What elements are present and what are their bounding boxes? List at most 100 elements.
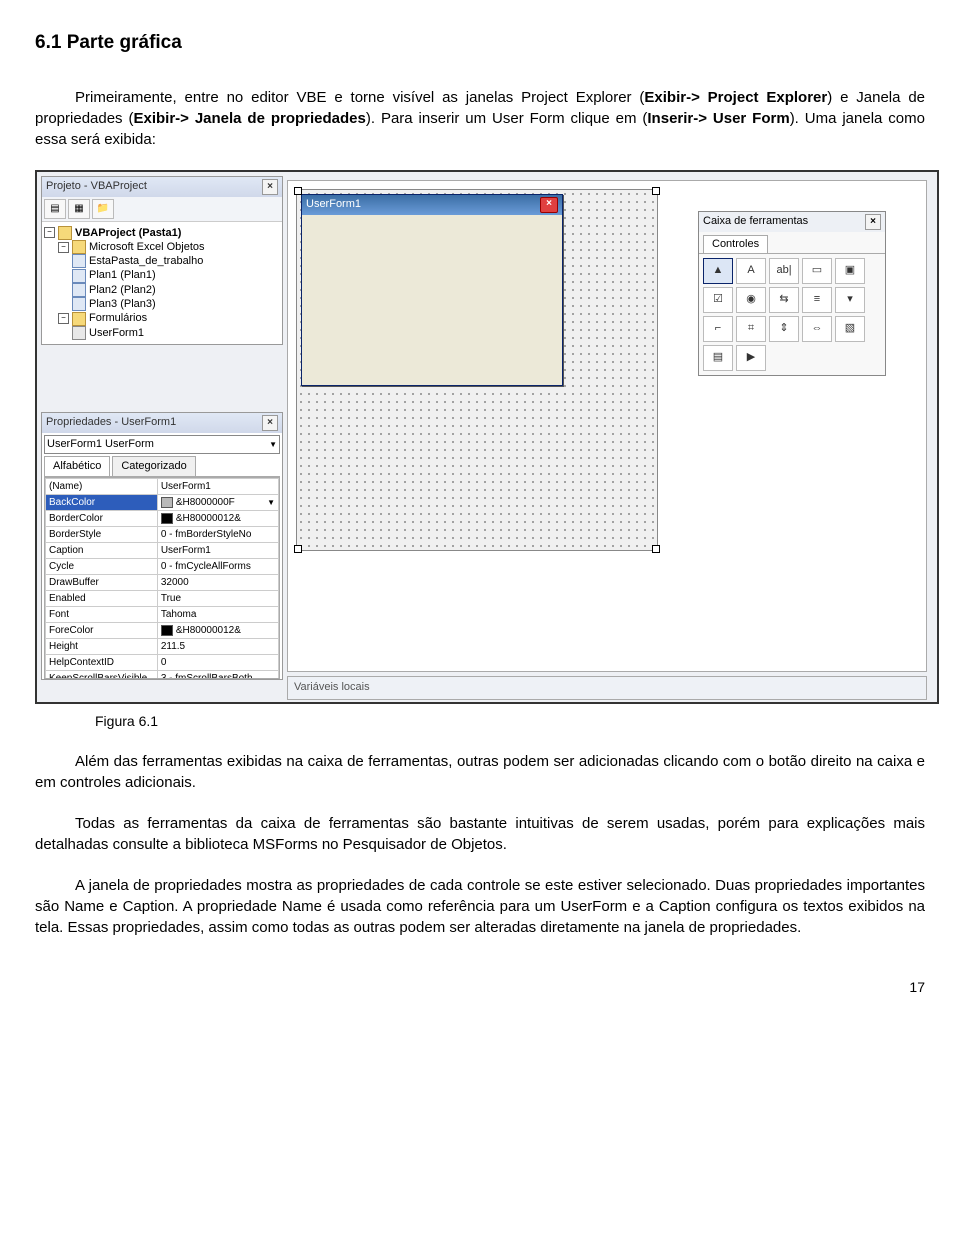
toolbox-tool[interactable]: ▧ <box>835 316 865 342</box>
property-row[interactable]: Height211.5 <box>46 639 279 655</box>
project-toolbar: ▤ ▦ 📁 <box>42 197 282 222</box>
tree-item[interactable]: UserForm1 <box>89 326 144 340</box>
property-name: BackColor <box>46 495 158 511</box>
color-swatch-icon <box>161 513 173 524</box>
property-row[interactable]: KeepScrollBarsVisible3 - fmScrollBarsBot… <box>46 671 279 680</box>
close-icon[interactable]: × <box>262 179 278 195</box>
resize-handle-icon[interactable] <box>652 187 660 195</box>
property-name: Enabled <box>46 591 158 607</box>
property-value[interactable]: &H8000000F ▼ <box>157 495 278 511</box>
property-value[interactable]: UserForm1 <box>157 543 278 559</box>
project-explorer-panel: Projeto - VBAProject × ▤ ▦ 📁 −VBAProject… <box>41 176 283 345</box>
property-row[interactable]: BorderStyle0 - fmBorderStyleNo <box>46 527 279 543</box>
toolbox-tool[interactable]: ab| <box>769 258 799 284</box>
tree-item[interactable]: EstaPasta_de_trabalho <box>89 254 203 268</box>
resize-handle-icon[interactable] <box>652 545 660 553</box>
locals-panel: Variáveis locais <box>287 676 927 700</box>
toolbox-tool[interactable]: ▲ <box>703 258 733 284</box>
property-row[interactable]: ForeColor&H80000012& <box>46 623 279 639</box>
folder-icon <box>72 240 86 254</box>
properties-object-selector[interactable]: UserForm1 UserForm ▼ <box>44 435 280 454</box>
toolbox-tool[interactable]: ⇆ <box>769 287 799 313</box>
toolbar-icon[interactable]: ▤ <box>44 199 66 219</box>
property-value[interactable]: &H80000012& <box>157 511 278 527</box>
folder-icon <box>72 312 86 326</box>
property-row[interactable]: HelpContextID0 <box>46 655 279 671</box>
property-value[interactable]: 32000 <box>157 575 278 591</box>
close-icon[interactable]: × <box>865 214 881 230</box>
tree-toggle-icon[interactable]: − <box>58 242 69 253</box>
toolbox-tool[interactable]: ▤ <box>703 345 733 371</box>
tree-item[interactable]: Plan1 (Plan1) <box>89 268 156 282</box>
toolbox-tool[interactable]: ⌐ <box>703 316 733 342</box>
toolbox-tool[interactable]: ☑ <box>703 287 733 313</box>
property-name: Caption <box>46 543 158 559</box>
toolbar-icon[interactable]: ▦ <box>68 199 90 219</box>
property-row[interactable]: EnabledTrue <box>46 591 279 607</box>
property-name: KeepScrollBarsVisible <box>46 671 158 680</box>
toolbox-tool[interactable]: ⇔ <box>802 316 832 342</box>
resize-handle-icon[interactable] <box>294 545 302 553</box>
property-value[interactable]: &H80000012& <box>157 623 278 639</box>
property-name: BorderStyle <box>46 527 158 543</box>
properties-table: (Name)UserForm1BackColor&H8000000F ▼Bord… <box>45 478 279 679</box>
figure-caption: Figura 6.1 <box>95 712 925 732</box>
property-value[interactable]: 0 <box>157 655 278 671</box>
toolbox-tool[interactable]: ▾ <box>835 287 865 313</box>
property-value[interactable]: 0 - fmCycleAllForms <box>157 559 278 575</box>
property-name: Cycle <box>46 559 158 575</box>
toolbar-icon[interactable]: 📁 <box>92 199 114 219</box>
resize-handle-icon[interactable] <box>294 187 302 195</box>
toolbox-tab-controls[interactable]: Controles <box>703 235 768 253</box>
properties-panel: Propriedades - UserForm1 × UserForm1 Use… <box>41 412 283 681</box>
tree-toggle-icon[interactable]: − <box>58 313 69 324</box>
toolbox-tool[interactable]: ⇕ <box>769 316 799 342</box>
toolbox-tool[interactable]: ▣ <box>835 258 865 284</box>
property-value[interactable]: 3 - fmScrollBarsBoth <box>157 671 278 680</box>
tree-item[interactable]: Plan2 (Plan2) <box>89 283 156 297</box>
property-row[interactable]: DrawBuffer32000 <box>46 575 279 591</box>
tab-categorized[interactable]: Categorizado <box>112 456 195 476</box>
close-icon[interactable]: × <box>262 415 278 431</box>
tree-item[interactable]: Plan3 (Plan3) <box>89 297 156 311</box>
close-icon[interactable]: × <box>540 197 558 213</box>
property-row[interactable]: FontTahoma <box>46 607 279 623</box>
project-tree[interactable]: −VBAProject (Pasta1) −Microsoft Excel Ob… <box>42 222 282 344</box>
toolbox-panel[interactable]: Caixa de ferramentas × Controles ▲Aab|▭▣… <box>698 211 886 376</box>
page-number: 17 <box>35 978 925 998</box>
designer-canvas[interactable]: UserForm1 × <box>296 189 658 551</box>
tab-alphabetic[interactable]: Alfabético <box>44 456 110 476</box>
toolbox-tool[interactable]: ⌗ <box>736 316 766 342</box>
menu-path: Exibir-> Project Explorer <box>644 89 827 106</box>
property-value[interactable]: Tahoma <box>157 607 278 623</box>
properties-grid[interactable]: (Name)UserForm1BackColor&H8000000F ▼Bord… <box>44 477 280 679</box>
property-row[interactable]: Cycle0 - fmCycleAllForms <box>46 559 279 575</box>
properties-object-label: UserForm1 UserForm <box>47 437 154 452</box>
toolbox-body: ▲Aab|▭▣ ☑◉⇆≡▾ ⌐⌗⇕⇔▧ ▤▶ <box>699 253 885 375</box>
property-row[interactable]: (Name)UserForm1 <box>46 479 279 495</box>
property-value[interactable]: 211.5 <box>157 639 278 655</box>
dropdown-icon[interactable]: ▼ <box>267 496 275 509</box>
panel-title-text: Propriedades - UserForm1 <box>46 415 176 430</box>
menu-path: Exibir-> Janela de propriedades <box>133 110 365 127</box>
property-row[interactable]: BackColor&H8000000F ▼ <box>46 495 279 511</box>
toolbox-tool[interactable]: ▶ <box>736 345 766 371</box>
toolbox-tool[interactable]: ◉ <box>736 287 766 313</box>
property-name: ForeColor <box>46 623 158 639</box>
toolbox-tool[interactable]: ▭ <box>802 258 832 284</box>
property-value[interactable]: UserForm1 <box>157 479 278 495</box>
panel-title-text: Projeto - VBAProject <box>46 179 147 194</box>
property-value[interactable]: True <box>157 591 278 607</box>
text: ). Para inserir um User Form clique em ( <box>366 110 648 127</box>
toolbox-title-text: Caixa de ferramentas <box>703 214 808 229</box>
body-paragraph: Além das ferramentas exibidas na caixa d… <box>35 751 925 793</box>
toolbox-tool[interactable]: A <box>736 258 766 284</box>
tree-toggle-icon[interactable]: − <box>44 227 55 238</box>
property-row[interactable]: BorderColor&H80000012& <box>46 511 279 527</box>
property-value[interactable]: 0 - fmBorderStyleNo <box>157 527 278 543</box>
property-row[interactable]: CaptionUserForm1 <box>46 543 279 559</box>
color-swatch-icon <box>161 497 173 508</box>
property-name: DrawBuffer <box>46 575 158 591</box>
userform-preview[interactable]: UserForm1 × <box>301 194 563 386</box>
toolbox-tool[interactable]: ≡ <box>802 287 832 313</box>
